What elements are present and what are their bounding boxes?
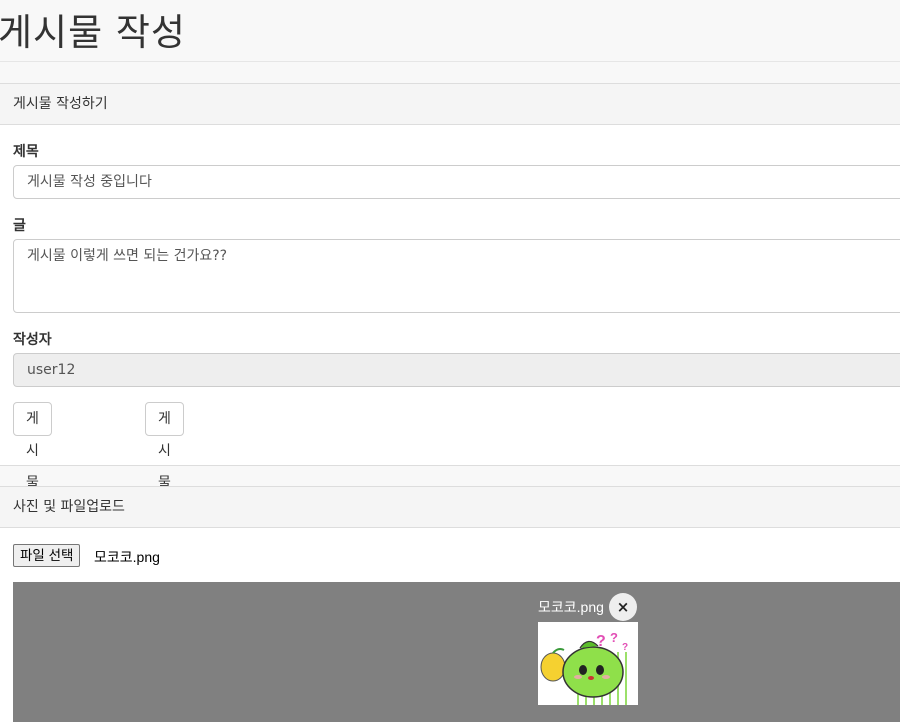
title-label: 제목 [13,144,39,160]
svg-text:?: ? [622,642,628,653]
title-divider [0,61,900,62]
selected-file-name: 모코코.png [94,549,160,565]
svg-text:?: ? [596,633,606,650]
close-icon: × [616,598,630,616]
author-input: user12 [13,353,900,387]
remove-file-button[interactable]: × [609,593,637,621]
author-label: 작성자 [13,332,52,348]
write-post-heading: 게시물 작성하기 [0,84,900,125]
reset-post-button[interactable]: 게시물 다시작성하기 [145,402,184,683]
body-label: 글 [13,218,26,234]
file-preview-area: 모코코.png × ? ? ? [13,582,900,722]
page-title: 게시물 작성 [0,11,186,54]
choose-file-button[interactable]: 파일 선택 [13,544,81,567]
upload-heading: 사진 및 파일업로드 [0,487,900,528]
submit-post-button[interactable]: 게시물 작성하기 [13,402,52,619]
mokoko-sticker-image: ? ? ? [538,622,638,705]
write-post-panel: 게시물 작성하기 제목 게시물 작성 중입니다 글 게시물 이렇게 쓰면 되는 … [0,83,900,683]
body-textarea[interactable]: 게시물 이렇게 쓰면 되는 건가요?? [13,239,900,313]
svg-text:?: ? [610,630,618,645]
upload-panel: 사진 및 파일업로드 파일 선택 모코코.png 모코코.png × ? ? ? [0,486,900,727]
preview-file-name: 모코코.png [538,599,604,615]
title-input[interactable]: 게시물 작성 중입니다 [13,165,900,199]
